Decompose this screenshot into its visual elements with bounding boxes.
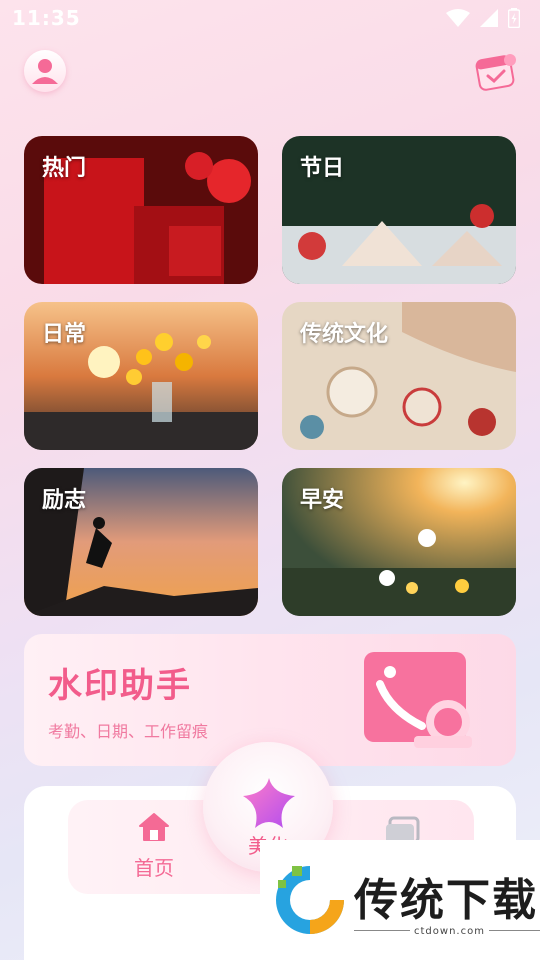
category-label: 早安 [300,488,345,513]
watermark-brand: 传统下载 [354,875,538,926]
home-icon [139,813,169,841]
category-label: 日常 [42,322,87,347]
wifi-icon [446,9,470,27]
tab-home-label: 首页 [134,856,174,880]
category-label: 节日 [300,156,345,181]
category-card-morning[interactable]: 早安 [282,468,516,616]
calendar-check-icon[interactable] [474,50,518,94]
category-label: 传统文化 [300,322,389,347]
category-card-culture[interactable]: 传统文化 [282,302,516,450]
category-card-inspiration[interactable]: 励志 [24,468,258,616]
tab-home[interactable]: 首页 [114,812,194,881]
status-time: 11:35 [12,6,81,30]
watermark-url: ctdown.com [410,926,489,937]
user-avatar[interactable] [24,50,66,92]
status-icons [446,8,520,28]
category-card-hot[interactable]: 热门 [24,136,258,284]
site-watermark: 传统下载 ctdown.com [260,840,540,960]
category-label: 励志 [42,488,87,513]
status-bar: 11:35 [0,0,540,36]
user-icon [32,59,58,84]
sparkle-star-icon [243,778,295,828]
signal-icon [480,9,498,27]
banner-title: 水印助手 [48,666,192,706]
category-card-festival[interactable]: 节日 [282,136,516,284]
battery-icon [508,8,520,28]
category-label: 热门 [42,156,87,181]
category-card-daily[interactable]: 日常 [24,302,258,450]
banner-subtitle: 考勤、日期、工作留痕 [48,722,209,741]
watermark-stamp-icon [364,652,472,748]
ctdown-logo-icon [276,866,344,934]
